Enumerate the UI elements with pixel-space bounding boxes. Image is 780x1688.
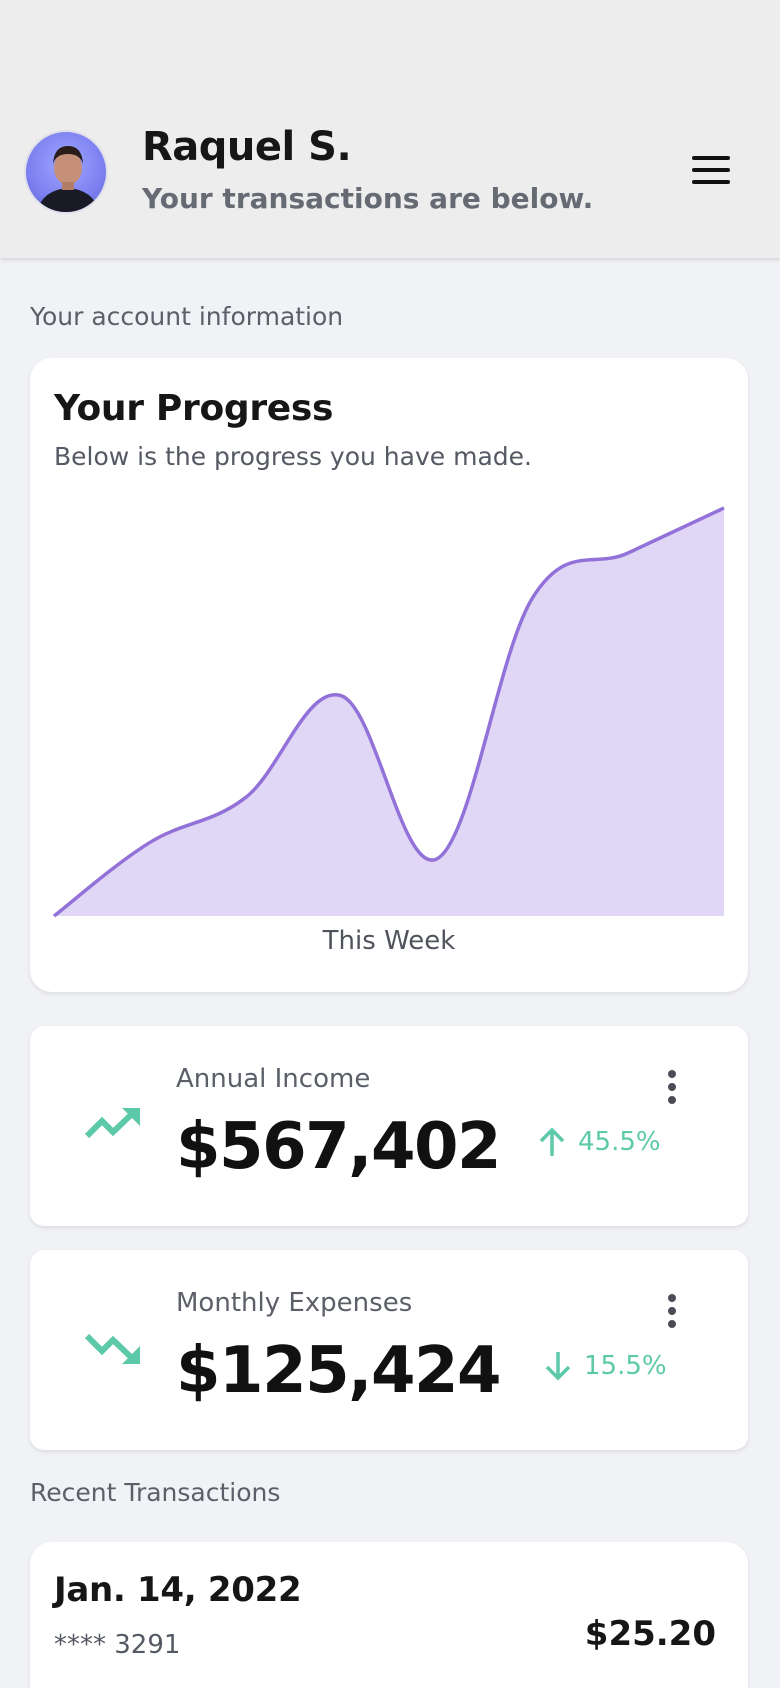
chart-x-axis-label: This Week [322,926,456,956]
stat-change: 45.5% [538,1126,661,1158]
avatar[interactable] [24,130,108,214]
app-header: Raquel S. Your transactions are below. [0,0,780,258]
stat-value: $125,424 [176,1334,502,1408]
stat-change: 15.5% [544,1350,667,1382]
trending-down-icon [84,1333,140,1364]
chart-data-point [530,595,536,601]
transaction-amount: $25.20 [584,1614,716,1654]
account-section-label: Your account information [30,302,344,331]
hamburger-menu-icon[interactable] [688,152,734,188]
menu-line [692,168,730,172]
user-name: Raquel S. [142,124,352,170]
kebab-dot [668,1083,676,1091]
chart-data-point [721,505,727,511]
menu-line [692,156,730,160]
person-avatar-icon [36,146,100,212]
transaction-card-number: **** 3291 [54,1630,181,1660]
menu-line [692,180,730,184]
chart-data-point [242,795,248,801]
annual-income-card: Annual Income $567,402 45.5% [30,1026,748,1226]
transaction-date: Jan. 14, 2022 [54,1570,302,1610]
stat-label: Annual Income [176,1064,371,1094]
kebab-dot [668,1070,676,1078]
trending-up-icon [84,1108,140,1139]
progress-chart [51,505,727,919]
arrow-up-icon [539,1127,565,1156]
chart-area-fill [54,508,724,916]
chart-data-point [434,856,440,862]
transaction-item[interactable]: Jan. 14, 2022 **** 3291 $25.20 [30,1542,748,1688]
progress-card: Your Progress Below is the progress you … [30,358,748,992]
chart-data-point [625,550,631,556]
arrow-down-icon [545,1352,571,1381]
more-options-icon[interactable] [662,1294,682,1328]
stat-change-value: 15.5% [584,1351,667,1381]
stat-value: $567,402 [176,1110,502,1184]
stat-change-value: 45.5% [578,1127,661,1157]
more-options-icon[interactable] [662,1070,682,1104]
kebab-dot [668,1294,676,1302]
chart-data-point [338,693,344,699]
kebab-dot [668,1307,676,1315]
chart-data-point [51,913,57,919]
stat-label: Monthly Expenses [176,1288,413,1318]
header-subtitle: Your transactions are below. [142,182,594,215]
kebab-dot [668,1320,676,1328]
kebab-dot [668,1096,676,1104]
chart-data-point [147,840,153,846]
monthly-expenses-card: Monthly Expenses $125,424 15.5% [30,1250,748,1450]
transactions-section-label: Recent Transactions [30,1478,281,1507]
